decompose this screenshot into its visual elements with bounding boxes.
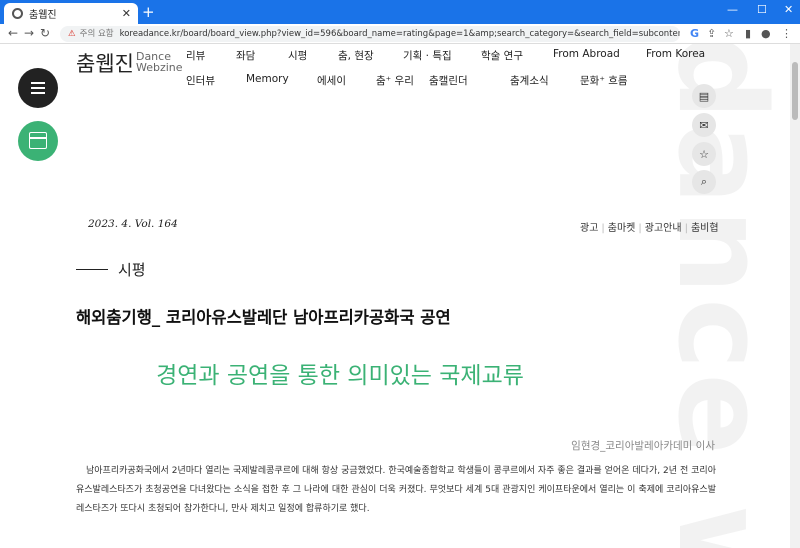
new-tab-button[interactable]: + (142, 3, 155, 21)
tab-title: 춤웹진 (29, 10, 57, 21)
link-dance-critics[interactable]: 춤비협 (691, 223, 719, 234)
nav-essay[interactable]: 에세이 (317, 73, 346, 88)
nav-from-abroad[interactable]: From Abroad (553, 48, 620, 60)
nav-from-korea[interactable]: From Korea (646, 48, 705, 60)
nav-academic[interactable]: 학술 연구 (481, 48, 523, 63)
hamburger-line (31, 92, 45, 94)
divider: | (638, 223, 642, 234)
browser-tab-strip: 춤웹진 ✕ + — ☐ ✕ (0, 0, 800, 24)
nav-dance-field[interactable]: 춤, 현장 (338, 48, 374, 63)
close-tab-icon[interactable]: ✕ (122, 7, 131, 20)
article-body: 남아프리카공화국에서 2년마다 열리는 국제발레콩쿠르에 대해 항상 궁금했었다… (76, 466, 716, 514)
top-links: 광고 | 춤마켓 | 광고안내 | 춤비협 (580, 219, 719, 234)
list-icon[interactable]: ▤ (692, 84, 716, 108)
close-window-icon[interactable]: ✕ (784, 3, 793, 16)
section-label: 시평 (118, 261, 146, 279)
calendar-button[interactable] (18, 121, 58, 161)
address-bar-row: ← → ↻ ⚠ 주의 요함 koreadance.kr/board/board_vi… (0, 24, 800, 44)
hamburger-menu-icon (31, 82, 45, 84)
article-subheadline: 경연과 공연을 통한 의미있는 국제교류 (156, 363, 524, 389)
link-dance-market[interactable]: 춤마켓 (608, 223, 636, 234)
bookmark-star-icon[interactable]: ☆ (724, 27, 734, 40)
hamburger-line (31, 87, 45, 89)
forward-icon[interactable]: → (24, 26, 34, 40)
profile-icon[interactable]: ● (761, 27, 771, 40)
nav-review[interactable]: 리뷰 (186, 48, 205, 63)
calendar-icon (29, 132, 47, 149)
url-text: koreadance.kr/board/board_view.php?view_… (119, 29, 680, 39)
link-ad[interactable]: 광고 (580, 223, 598, 234)
nav-memory[interactable]: Memory (246, 73, 289, 85)
url-input[interactable]: ⚠ 주의 요함 koreadance.kr/board/board_view.php… (60, 26, 680, 42)
nav-commentary[interactable]: 시평 (288, 48, 307, 63)
site-logo[interactable]: 춤웹진 Dance Webzine (76, 48, 183, 78)
logo-korean: 춤웹진 (76, 52, 134, 76)
article-author: 임현경_코리아발레아카데미 이사 (571, 440, 715, 452)
browser-menu-icon[interactable]: ⋮ (781, 27, 792, 40)
section-rule (76, 269, 108, 270)
hamburger-menu-button[interactable] (18, 68, 58, 108)
sidepanel-icon[interactable]: ▮ (745, 27, 751, 40)
issue-label: 2023. 4. Vol. 164 (88, 218, 178, 230)
link-ad-info[interactable]: 광고안내 (645, 223, 682, 234)
divider: | (601, 223, 605, 234)
globe-icon (12, 8, 23, 19)
reload-icon[interactable]: ↻ (40, 26, 50, 40)
nav-dance-calendar[interactable]: 춤캘린더 (429, 73, 468, 88)
article-headline: 해외춤기행_ 코리아유스발레단 남아프리카공화국 공연 (76, 308, 451, 327)
security-label: 주의 요함 (79, 29, 114, 39)
web-page: dance webzine 춤웹진 Dance Webzine 리뷰 좌담 시평… (0, 44, 790, 548)
nav-feature[interactable]: 기획 · 특집 (403, 48, 452, 63)
share-icon[interactable]: ⇪ (707, 27, 716, 40)
logo-english-line2: Webzine (135, 61, 183, 74)
maximize-icon[interactable]: ☐ (757, 3, 767, 16)
nav-dance-news[interactable]: 춤계소식 (510, 73, 549, 88)
nav-discussion[interactable]: 좌담 (236, 48, 255, 63)
warning-icon: ⚠ (68, 29, 76, 39)
back-icon[interactable]: ← (8, 26, 18, 40)
search-icon[interactable]: ⌕ (692, 170, 716, 194)
nav-dance-plus-us[interactable]: 춤⁺ 우리 (376, 73, 414, 88)
star-icon[interactable]: ☆ (692, 142, 716, 166)
nav-culture-plus-flow[interactable]: 문화⁺ 흐름 (580, 73, 628, 88)
scrollbar-thumb[interactable] (792, 62, 798, 120)
minimize-icon[interactable]: — (727, 3, 738, 16)
divider: | (684, 223, 688, 234)
nav-interview[interactable]: 인터뷰 (186, 73, 215, 88)
google-icon[interactable]: G (690, 27, 699, 40)
mail-icon[interactable]: ✉ (692, 113, 716, 137)
browser-tab[interactable]: 춤웹진 ✕ (4, 3, 138, 24)
logo-english: Dance Webzine (136, 51, 183, 73)
section-title: 시평 (76, 259, 146, 280)
